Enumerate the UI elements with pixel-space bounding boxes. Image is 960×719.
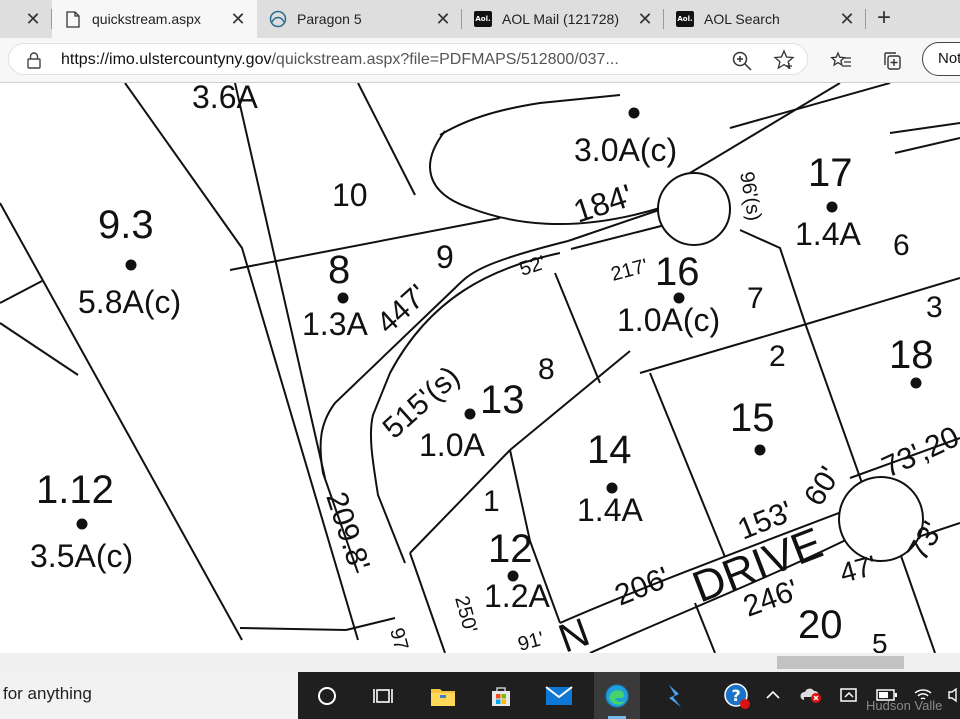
url-text[interactable]: https://imo.ulstercountyny.gov/quickstre… bbox=[61, 51, 721, 69]
profile-button[interactable]: Not bbox=[922, 42, 960, 76]
tab-title: AOL Search bbox=[704, 11, 780, 27]
tab-title: AOL Mail (121728) bbox=[502, 11, 619, 27]
map-label-dim: 47' bbox=[837, 549, 880, 588]
map-label-area: 5.8A(c) bbox=[78, 284, 181, 320]
tab-strip: ✕ quickstream.aspx ✕ Paragon 5 ✕ Aol. AO… bbox=[0, 0, 960, 38]
map-label-area: 3.0A(c) bbox=[574, 132, 677, 168]
aol-icon: Aol. bbox=[474, 10, 492, 28]
map-label-lot: 17 bbox=[808, 151, 853, 195]
tab-aol-search[interactable]: Aol. AOL Search ✕ bbox=[664, 0, 866, 38]
favorite-star-icon[interactable] bbox=[773, 49, 795, 71]
map-label-lot: 12 bbox=[488, 527, 533, 571]
map-label-dim: 209.8' bbox=[319, 488, 375, 575]
map-label-plot: 1 bbox=[483, 485, 500, 518]
app-bolt-icon[interactable] bbox=[652, 672, 698, 719]
url-host: https://imo.ulstercountyny.gov bbox=[61, 51, 272, 68]
tab-paragon[interactable]: Paragon 5 ✕ bbox=[257, 0, 462, 38]
map-label-area: 1.0A(c) bbox=[617, 302, 720, 338]
close-icon[interactable]: ✕ bbox=[634, 8, 656, 30]
collections-icon[interactable] bbox=[882, 50, 904, 72]
map-label-lot: 15 bbox=[730, 396, 775, 440]
horizontal-scrollbar[interactable] bbox=[0, 653, 960, 672]
map-label-lot: 14 bbox=[587, 428, 632, 472]
map-label-area: 3.6A bbox=[192, 83, 258, 115]
page-icon bbox=[64, 10, 82, 28]
map-label-dim: 73',20 bbox=[877, 420, 960, 484]
map-label-dim: 206' bbox=[610, 561, 674, 612]
map-label-lot: 18 bbox=[889, 333, 934, 377]
store-icon[interactable] bbox=[478, 672, 524, 719]
map-label-lot: 13 bbox=[480, 378, 525, 422]
close-icon[interactable]: ✕ bbox=[432, 8, 454, 30]
map-label-street: N bbox=[553, 610, 595, 653]
aol-logo: Aol. bbox=[676, 11, 694, 27]
map-label-plot: 6 bbox=[893, 229, 910, 262]
lock-icon bbox=[27, 52, 41, 69]
close-icon[interactable]: ✕ bbox=[22, 8, 44, 30]
tab-title: quickstream.aspx bbox=[92, 11, 201, 27]
map-label-plot: 2 bbox=[769, 340, 786, 373]
aol-icon: Aol. bbox=[676, 10, 694, 28]
cortana-icon[interactable] bbox=[304, 672, 350, 719]
new-tab-button[interactable]: + bbox=[870, 6, 898, 32]
map-label-plot: 7 bbox=[747, 282, 764, 315]
tab-title: Paragon 5 bbox=[297, 11, 362, 27]
map-label-dim: 250' bbox=[450, 594, 481, 636]
hudson-valley-overlay-text: Hudson Valle bbox=[866, 698, 943, 713]
tab-aol-mail[interactable]: Aol. AOL Mail (121728) ✕ bbox=[462, 0, 664, 38]
taskbar-search-box[interactable]: for anything bbox=[0, 672, 298, 719]
map-label-area: 1.3A bbox=[302, 306, 368, 342]
map-label-lot: 16 bbox=[655, 250, 700, 294]
map-label-area: 1.2A bbox=[484, 578, 550, 614]
map-label-dim: 91' bbox=[516, 628, 547, 653]
map-label-lot: 9.3 bbox=[98, 203, 154, 247]
map-label-area: 3.5A(c) bbox=[30, 538, 133, 574]
scrollbar-thumb[interactable] bbox=[777, 656, 904, 669]
browser-toolbar: https://imo.ulstercountyny.gov/quickstre… bbox=[0, 38, 960, 83]
favorites-icon[interactable] bbox=[830, 50, 852, 72]
map-label-dim: 96'(s) bbox=[735, 170, 765, 222]
url-path: /quickstream.aspx?file=PDFMAPS/512800/03… bbox=[271, 51, 619, 68]
help-icon[interactable]: ? bbox=[714, 672, 760, 719]
map-label-dim: 217' bbox=[609, 255, 651, 286]
map-label-plot: 8 bbox=[538, 353, 555, 386]
chevron-up-icon[interactable] bbox=[762, 684, 784, 706]
speaker-icon[interactable] bbox=[944, 684, 960, 706]
map-label-lot: 1.12 bbox=[36, 468, 114, 512]
tax-map-drawing: 3.6A 10 9.3 5.8A(c) 8 1.3A 9 447' 3.0A(c… bbox=[0, 83, 960, 653]
edge-browser-icon[interactable] bbox=[594, 672, 640, 719]
map-label-plot: 5 bbox=[872, 628, 888, 653]
tab-quickstream[interactable]: quickstream.aspx ✕ bbox=[52, 0, 257, 38]
map-label-plot: 9 bbox=[436, 239, 454, 275]
map-label-plot: 10 bbox=[332, 177, 368, 213]
zoom-in-icon[interactable] bbox=[731, 50, 753, 72]
map-label-area: 1.0A bbox=[419, 427, 485, 463]
map-label-area: 1.4A bbox=[577, 492, 643, 528]
address-bar[interactable]: https://imo.ulstercountyny.gov/quickstre… bbox=[8, 43, 808, 75]
close-icon[interactable]: ✕ bbox=[227, 8, 249, 30]
map-label-area: 1.4A bbox=[795, 216, 861, 252]
taskbar: for anything ? Hudson Valle bbox=[0, 672, 960, 719]
onedrive-error-icon[interactable] bbox=[800, 684, 822, 706]
map-label-lot: 20 bbox=[798, 603, 843, 647]
search-placeholder: for anything bbox=[3, 684, 92, 703]
task-view-icon[interactable] bbox=[360, 672, 406, 719]
tax-map-viewer[interactable]: 3.6A 10 9.3 5.8A(c) 8 1.3A 9 447' 3.0A(c… bbox=[0, 83, 960, 653]
notification-icon[interactable] bbox=[838, 684, 860, 706]
paragon-icon bbox=[269, 10, 287, 28]
map-label-dim: 97 bbox=[385, 626, 412, 653]
close-icon[interactable]: ✕ bbox=[836, 8, 858, 30]
map-label-plot: 3 bbox=[926, 291, 943, 324]
mail-icon[interactable] bbox=[536, 672, 582, 719]
aol-logo: Aol. bbox=[474, 11, 492, 27]
cul-de-sac bbox=[657, 172, 731, 246]
map-label-lot: 8 bbox=[328, 248, 350, 292]
map-label-dim: 60' bbox=[798, 461, 847, 512]
tab-partial[interactable]: ✕ bbox=[0, 0, 52, 38]
svg-text:?: ? bbox=[732, 686, 741, 705]
map-label-dim: 447' bbox=[371, 278, 435, 340]
file-explorer-icon[interactable] bbox=[420, 672, 466, 719]
